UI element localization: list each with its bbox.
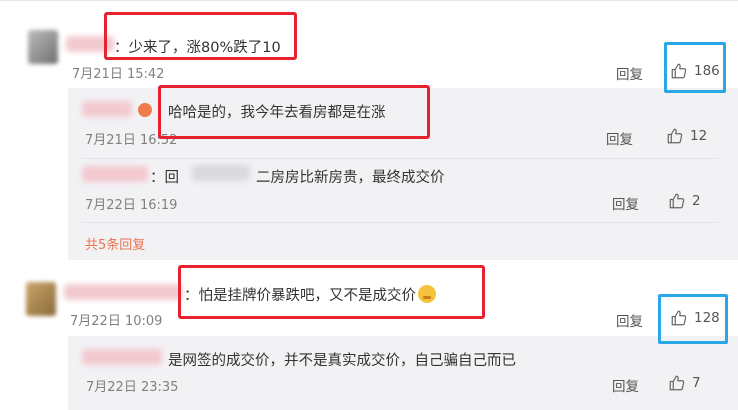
reply-button[interactable]: 回复 bbox=[612, 375, 639, 395]
reply-text: 是网签的成交价，并不是真实成交价，自己骗自己而已 bbox=[168, 353, 516, 369]
divider bbox=[82, 158, 718, 159]
reply-username[interactable] bbox=[82, 349, 162, 365]
comment-time: 7月22日 10:09 bbox=[70, 314, 163, 329]
reply-prefix: ：回 bbox=[150, 170, 179, 186]
mentioned-username[interactable] bbox=[192, 165, 250, 181]
highlight-box bbox=[664, 42, 726, 93]
reply-button[interactable]: 回复 bbox=[612, 193, 639, 213]
reply-time: 7月22日 16:19 bbox=[85, 198, 178, 213]
like-button[interactable]: 7 bbox=[668, 374, 701, 392]
like-count: 2 bbox=[692, 193, 701, 209]
emoji-icon bbox=[138, 103, 152, 117]
more-replies-link[interactable]: 共5条回复 bbox=[85, 234, 145, 253]
highlight-box bbox=[178, 265, 485, 319]
username[interactable] bbox=[64, 284, 182, 300]
thumbs-up-icon bbox=[669, 375, 685, 391]
highlight-box bbox=[158, 85, 430, 139]
like-count: 12 bbox=[690, 128, 708, 144]
divider bbox=[0, 0, 738, 1]
comment-time: 7月21日 15:42 bbox=[72, 67, 165, 82]
like-count: 7 bbox=[692, 375, 701, 391]
thumbs-up-icon bbox=[667, 128, 683, 144]
like-button[interactable]: 12 bbox=[666, 127, 707, 145]
reply-time: 7月22日 23:35 bbox=[86, 380, 179, 395]
like-button[interactable]: 2 bbox=[668, 192, 701, 210]
thumbs-up-icon bbox=[669, 193, 685, 209]
avatar[interactable] bbox=[28, 30, 58, 64]
divider bbox=[82, 222, 718, 223]
reply-button[interactable]: 回复 bbox=[616, 63, 643, 83]
highlight-box bbox=[104, 12, 297, 60]
highlight-box bbox=[658, 294, 728, 344]
reply-button[interactable]: 回复 bbox=[616, 310, 643, 330]
avatar[interactable] bbox=[26, 282, 56, 316]
reply-username[interactable] bbox=[82, 101, 132, 117]
reply-button[interactable]: 回复 bbox=[606, 128, 633, 148]
reply-username[interactable] bbox=[82, 166, 148, 182]
reply-panel-2 bbox=[68, 336, 738, 410]
reply-text: 二房房比新房贵，最终成交价 bbox=[256, 170, 445, 186]
